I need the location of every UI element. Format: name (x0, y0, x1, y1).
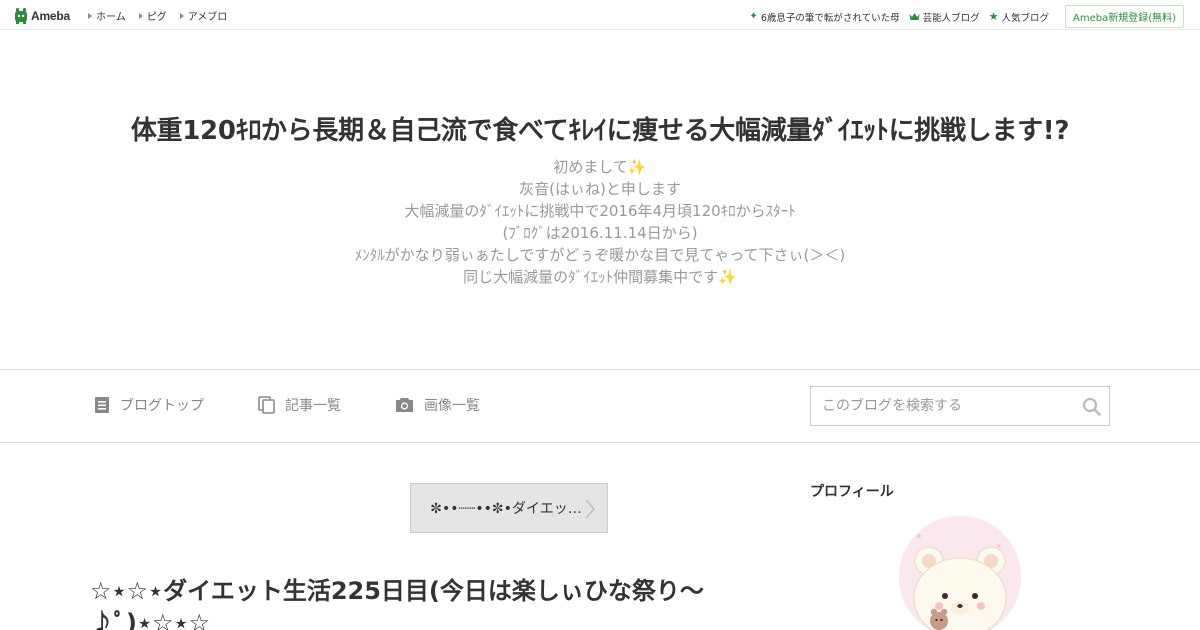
blog-nav: ブログトップ 記事一覧 画像一覧 (0, 369, 1200, 443)
ameba-logo[interactable]: Ameba (14, 6, 70, 25)
blog-description-line: 初めまして✨ (553, 158, 647, 176)
global-nav: ホーム ピグ アメブロ (88, 8, 240, 23)
star-icon: ★ (988, 10, 999, 23)
blog-top-label: ブログトップ (120, 398, 204, 414)
blog-description: 初めまして✨ 灰音(はぃね)と申します 大幅減量のﾀﾞｲｴｯﾄに挑戦中で2016… (0, 156, 1200, 288)
image-list-label: 画像一覧 (424, 398, 480, 414)
triangle-right-icon (88, 12, 92, 19)
celebrity-blog-label: 芸能人ブログ (922, 12, 980, 24)
blog-search-box (810, 386, 1110, 426)
logo-text: Ameba (31, 8, 71, 23)
featured-blog-link[interactable]: ✦ 6歳息子の筆で転がされていた母 (749, 10, 899, 24)
image-list-link[interactable]: 画像一覧 (395, 395, 480, 415)
nav-home-label: ホーム (96, 12, 126, 23)
profile-heading: プロフィール (810, 484, 894, 500)
nav-ameblo[interactable]: アメブロ (179, 8, 228, 23)
copy-icon (258, 396, 275, 414)
blog-description-line: 灰音(はぃね)と申します (519, 180, 681, 198)
nav-pigg[interactable]: ピグ (138, 8, 167, 23)
triangle-right-icon (138, 12, 143, 19)
popular-blog-label: 人気ブログ (1001, 12, 1049, 24)
camera-icon (396, 398, 413, 412)
nav-ameblo-label: アメブロ (187, 12, 228, 23)
featured-blog-label: 6歳息子の筆で転がされていた母 (760, 12, 900, 24)
global-header: Ameba ホーム ピグ アメブロ ✦ 6歳息子の筆で転がされていた母 芸能人ブ… (0, 0, 1200, 30)
popular-blog-link[interactable]: ★ 人気ブログ (989, 10, 1049, 24)
blog-description-line: ﾒﾝﾀﾙがかなり弱ぃぁたしですがどぅぞ暖かな目で見てゃって下さぃ(＞＜) (354, 246, 846, 264)
nav-home[interactable]: ホーム (88, 8, 126, 23)
nav-pigg-label: ピグ (146, 12, 167, 23)
bear-avatar-image (899, 516, 1021, 630)
header-links: ✦ 6歳息子の筆で転がされていた母 芸能人ブログ ★ 人気ブログ Ameba新規… (749, 5, 1184, 28)
blog-title[interactable]: 体重120ｷﾛから長期＆自己流で食べてｷﾚｲに痩せる大幅減量ﾀﾞｲｴｯﾄに挑戦し… (0, 110, 1200, 147)
blog-description-line: 同じ大幅減量のﾀﾞｲｴｯﾄ仲間募集中です✨ (463, 268, 737, 286)
crown-icon (909, 13, 920, 20)
blog-header: 体重120ｷﾛから長期＆自己流で食べてｷﾚｲに痩せる大幅減量ﾀﾞｲｴｯﾄに挑戦し… (0, 30, 1200, 370)
triangle-right-icon (179, 12, 184, 19)
register-button[interactable]: Ameba新規登録(無料) (1064, 5, 1184, 28)
entry-title[interactable]: ☆⋆☆⋆ダイエット生活225日目(今日は楽しぃひな祭り〜♪ﾟ)⋆☆⋆☆ (90, 575, 730, 630)
blog-description-line: (ﾌﾞﾛｸﾞは2016.11.14日から) (502, 224, 698, 242)
entry-list-link[interactable]: 記事一覧 (258, 395, 341, 415)
document-icon (95, 397, 109, 413)
theme-link-button[interactable]: ✼••┈┈••✼•ダイエッ… (410, 483, 608, 533)
entry-list-label: 記事一覧 (285, 398, 341, 414)
blog-top-link[interactable]: ブログトップ (94, 395, 204, 415)
avatar[interactable] (899, 516, 1021, 630)
chevron-right-icon (585, 499, 595, 519)
blog-nav-links: ブログトップ 記事一覧 画像一覧 (94, 395, 534, 415)
celebrity-blog-link[interactable]: 芸能人ブログ (909, 10, 980, 24)
search-icon[interactable] (1082, 397, 1101, 416)
theme-label: ✼••┈┈••✼•ダイエッ… (430, 501, 582, 517)
blog-search-input[interactable] (811, 388, 1071, 424)
ameba-logo-icon (15, 7, 27, 24)
blog-description-line: 大幅減量のﾀﾞｲｴｯﾄに挑戦中で2016年4月頃120ｷﾛからｽﾀｰﾄ (404, 202, 796, 220)
sparkle-icon: ✦ (749, 10, 758, 22)
